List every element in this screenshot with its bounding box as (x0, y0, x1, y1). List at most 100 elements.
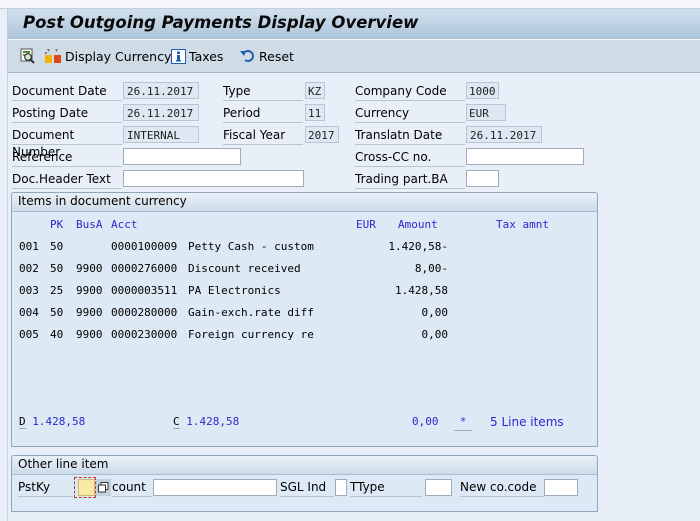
document-date-field[interactable]: 26.11.2017 (123, 82, 199, 99)
currency-icon (45, 49, 61, 63)
title-bar: Post Outgoing Payments Display Overview (7, 9, 700, 40)
document-number-label: Document Number (12, 127, 122, 159)
cell-pk: 50 (50, 262, 64, 275)
cell-pk: 50 (50, 306, 64, 319)
credit-total: 1.428,58 (186, 415, 240, 428)
posting-date-field[interactable]: 26.11.2017 (123, 104, 199, 121)
line-items-count: 5 Line items (490, 415, 564, 429)
display-currency-label: Display Currency (65, 48, 172, 64)
info-icon (171, 48, 186, 64)
display-currency-button[interactable]: Display Currency (44, 47, 171, 65)
taxes-label: Taxes (189, 48, 224, 64)
col-header-acct: Acct (111, 218, 138, 231)
cell-no: 001 (19, 240, 39, 253)
value-help-icon (98, 482, 109, 493)
cell-text: Discount received (188, 262, 301, 275)
cell-busa: 9900 (76, 328, 103, 341)
cell-pk: 40 (50, 328, 64, 341)
fiscal-year-field[interactable]: 2017 (305, 126, 339, 143)
cell-acct: 0000276000 (111, 262, 178, 275)
pstky-input[interactable] (78, 479, 95, 496)
new-co-code-label: New co.code (460, 479, 544, 497)
cell-text: Foreign currency re (188, 328, 314, 341)
credit-label: C (173, 415, 180, 429)
cell-no: 003 (19, 284, 39, 297)
type-field[interactable]: KZ (305, 82, 325, 99)
cell-busa: 9900 (76, 262, 103, 275)
document-date-label: Document Date (12, 83, 122, 101)
pstky-label: PstKy (18, 479, 73, 497)
ttype-input[interactable] (425, 479, 452, 496)
other-line-item-panel: Other line item PstKy count SGL Ind TTyp… (11, 455, 598, 512)
cell-text: Petty Cash - custom (188, 240, 314, 253)
col-header-currency: EUR (356, 218, 376, 231)
page-title: Post Outgoing Payments Display Overview (23, 13, 419, 32)
cross-cc-label: Cross-CC no. (355, 149, 465, 167)
col-header-amount: Amount (398, 218, 438, 231)
col-header-busa: BusA (76, 218, 103, 231)
new-co-code-input[interactable] (544, 479, 578, 496)
trading-part-input[interactable] (466, 170, 499, 187)
balance-marker: * (454, 414, 472, 431)
company-code-label: Company Code (355, 83, 465, 101)
cell-no: 004 (19, 306, 39, 319)
cell-busa: 9900 (76, 306, 103, 319)
period-label: Period (223, 105, 303, 123)
cell-acct: 0000230000 (111, 328, 178, 341)
cell-acct: 0000003511 (111, 284, 178, 297)
currency-field[interactable]: EUR (466, 104, 506, 121)
trading-part-label: Trading part.BA (355, 171, 465, 189)
document-overview-button[interactable] (20, 47, 37, 65)
debit-total: 1.428,58 (32, 415, 86, 428)
reset-label: Reset (259, 48, 294, 64)
sgl-ind-input[interactable] (335, 479, 347, 496)
cell-amount: 0,00 (421, 328, 449, 341)
translatn-date-field[interactable]: 26.11.2017 (466, 126, 542, 143)
table-row[interactable]: 004 50 9900 0000280000 Gain-exch.rate diff 0,… (12, 305, 597, 321)
items-panel-title: Items in document currency (12, 193, 597, 212)
other-line-item-title: Other line item (12, 456, 597, 475)
taxes-button[interactable]: Taxes (171, 47, 223, 65)
cell-text: Gain-exch.rate diff (188, 306, 314, 319)
window-top-strip (0, 0, 700, 9)
reset-button[interactable]: Reset (240, 47, 294, 65)
reference-label: Reference (12, 149, 122, 167)
type-label: Type (223, 83, 303, 101)
cell-amount: 1.428,58 (395, 284, 448, 297)
document-overview-icon (20, 48, 35, 64)
currency-label: Currency (355, 105, 465, 123)
company-code-field[interactable]: 1000 (466, 82, 499, 99)
posting-date-label: Posting Date (12, 105, 122, 123)
cell-pk: 50 (50, 240, 64, 253)
header-area: Document Date 26.11.2017 Posting Date 26… (7, 73, 700, 521)
cell-no: 002 (19, 262, 39, 275)
table-row[interactable]: 002 50 9900 0000276000 Discount received 8,00… (12, 261, 597, 277)
table-row[interactable]: 005 40 9900 0000230000 Foreign currency re 0,… (12, 327, 597, 343)
table-row[interactable]: 003 25 9900 0000003511 PA Electronics 1.428,5… (12, 283, 597, 299)
cell-no: 005 (19, 328, 39, 341)
cell-acct: 0000100009 (111, 240, 178, 253)
cell-busa: 9900 (76, 284, 103, 297)
reference-input[interactable] (123, 148, 241, 165)
cell-amount: 1.420,58- (388, 240, 448, 253)
undo-icon (240, 50, 254, 62)
table-row[interactable]: 001 50 0000100009 Petty Cash - custom 1.420,… (12, 239, 597, 255)
period-field[interactable]: 11 (305, 104, 325, 121)
cell-amount: 8,00- (414, 262, 448, 275)
items-panel: Items in document currency PK BusA Acct … (11, 192, 598, 447)
cell-text: PA Electronics (188, 284, 281, 297)
debit-label: D (19, 415, 26, 429)
document-number-field[interactable]: INTERNAL (123, 126, 199, 143)
cell-acct: 0000280000 (111, 306, 178, 319)
cross-cc-input[interactable] (466, 148, 584, 165)
doc-header-text-label: Doc.Header Text (12, 171, 122, 189)
account-label: count (112, 479, 152, 497)
balance-total: 0,00 (412, 415, 439, 428)
cell-amount: 0,00 (421, 306, 449, 319)
doc-header-text-input[interactable] (123, 170, 304, 187)
account-input[interactable] (153, 479, 277, 496)
fiscal-year-label: Fiscal Year (223, 127, 303, 145)
value-help-button[interactable] (96, 479, 111, 496)
col-header-pk: PK (50, 218, 64, 231)
application-toolbar: Display Currency Taxes Reset (7, 40, 700, 73)
